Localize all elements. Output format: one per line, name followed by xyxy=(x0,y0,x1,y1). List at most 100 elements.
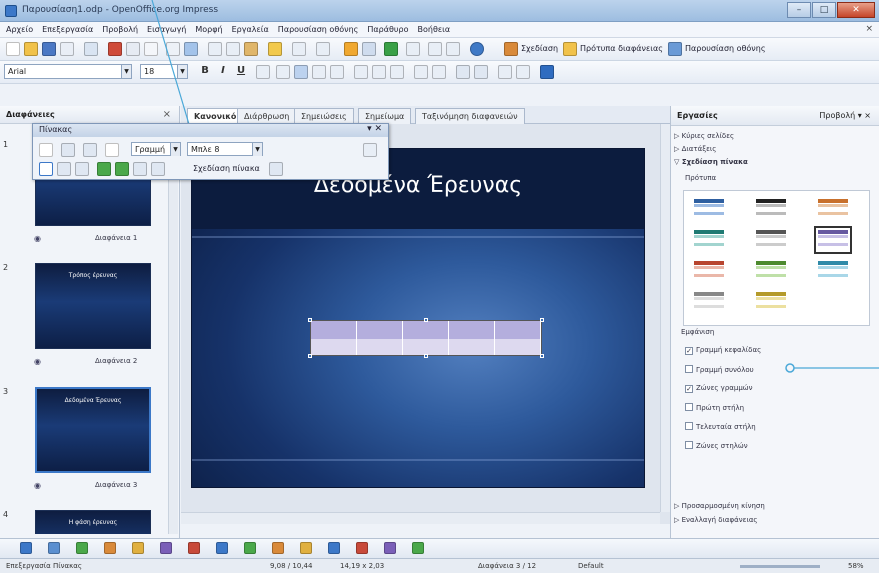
paste-icon[interactable] xyxy=(244,42,258,56)
drawing-tool-icon[interactable] xyxy=(104,542,116,554)
save-icon[interactable] xyxy=(42,42,56,56)
italic-button[interactable]: I xyxy=(216,65,230,76)
drawing-tool-icon[interactable] xyxy=(48,542,60,554)
edit-file-icon[interactable] xyxy=(84,42,98,56)
table-style-preset[interactable] xyxy=(756,261,786,282)
help-icon[interactable] xyxy=(470,42,484,56)
slide-table[interactable] xyxy=(308,318,544,358)
tab-normal[interactable]: Κανονικό xyxy=(187,108,244,124)
section-layouts[interactable]: ▷ Διατάξεις xyxy=(674,145,716,153)
menu-file[interactable]: Αρχείο xyxy=(6,25,33,34)
table-cell[interactable] xyxy=(449,321,495,339)
table-style-preset[interactable] xyxy=(694,292,724,313)
checkbox-box[interactable]: ✓ xyxy=(685,347,693,355)
table-cell[interactable] xyxy=(311,339,357,355)
character-icon[interactable] xyxy=(498,65,512,79)
chevron-down-icon[interactable]: ▼ xyxy=(252,143,262,156)
menu-tools[interactable]: Εργαλεία xyxy=(232,25,269,34)
table-option-checkbox[interactable]: Γραμμή συνόλου xyxy=(685,365,754,374)
toolbar-options-icon[interactable] xyxy=(363,143,377,157)
resize-handle[interactable] xyxy=(424,354,428,358)
bullets-icon[interactable] xyxy=(354,65,368,79)
font-color-icon[interactable] xyxy=(540,65,554,79)
menu-format[interactable]: Μορφή xyxy=(195,25,222,34)
table-cell[interactable] xyxy=(357,339,403,355)
redo-icon[interactable] xyxy=(316,42,330,56)
table-style-preset[interactable] xyxy=(756,292,786,313)
current-slide[interactable]: Δεδομένα Έρευνας xyxy=(191,148,645,488)
table-cell[interactable] xyxy=(311,321,357,339)
design-button[interactable]: Σχεδίαση xyxy=(521,44,558,53)
table-properties-icon[interactable] xyxy=(269,162,283,176)
slide-thumbnail[interactable]: Η φάση έρευνας xyxy=(35,510,151,534)
drawing-tool-icon[interactable] xyxy=(272,542,284,554)
slide-pane-scrollbar[interactable] xyxy=(168,126,178,534)
checkbox-box[interactable]: ✓ xyxy=(685,385,693,393)
canvas-vertical-scrollbar[interactable] xyxy=(660,124,670,512)
drawing-tool-icon[interactable] xyxy=(160,542,172,554)
table-design-button[interactable]: Σχεδίαση πίνακα xyxy=(193,164,260,173)
resize-handle[interactable] xyxy=(308,354,312,358)
borders-icon[interactable] xyxy=(61,143,75,157)
table-style-preset[interactable] xyxy=(694,230,724,251)
drawing-tool-icon[interactable] xyxy=(244,542,256,554)
section-slide-transition[interactable]: ▷ Εναλλαγή διαφάνειας xyxy=(674,516,758,524)
table-cell[interactable] xyxy=(449,339,495,355)
open-folder-icon[interactable] xyxy=(24,42,38,56)
table-style-preset[interactable] xyxy=(818,199,848,220)
drawing-tool-icon[interactable] xyxy=(188,542,200,554)
slide-templates-icon[interactable] xyxy=(563,42,577,56)
section-custom-animation[interactable]: ▷ Προσαρμοσμένη κίνηση xyxy=(674,502,765,510)
maximize-button[interactable]: □ xyxy=(812,2,836,18)
justify-icon[interactable] xyxy=(330,65,344,79)
table-option-checkbox[interactable]: Ζώνες στηλών xyxy=(685,441,748,450)
tab-handout[interactable]: Σημείωμα xyxy=(358,108,412,124)
slideshow-icon[interactable] xyxy=(668,42,682,56)
gallery-icon[interactable] xyxy=(446,42,460,56)
font-size-combo[interactable]: 18 ▼ xyxy=(140,64,188,79)
paragraph-icon[interactable] xyxy=(516,65,530,79)
shadow-icon[interactable] xyxy=(256,65,270,79)
slideshow-button[interactable]: Παρουσίαση οθόνης xyxy=(685,44,766,53)
menu-help[interactable]: Βοήθεια xyxy=(417,25,450,34)
table-icon[interactable] xyxy=(39,143,53,157)
delete-row-icon[interactable] xyxy=(133,162,147,176)
close-pane-button[interactable]: × xyxy=(163,109,171,120)
menu-view[interactable]: Προβολή xyxy=(102,25,138,34)
checkbox-box[interactable] xyxy=(685,365,693,373)
delete-column-icon[interactable] xyxy=(151,162,165,176)
merge-cells-icon[interactable] xyxy=(39,162,53,176)
design-icon[interactable] xyxy=(504,42,518,56)
table-style-preset[interactable] xyxy=(756,199,786,220)
zoom-slider[interactable] xyxy=(740,565,820,568)
export-pdf-icon[interactable] xyxy=(108,42,122,56)
menu-window[interactable]: Παράθυρο xyxy=(367,25,408,34)
align-center-icon[interactable] xyxy=(294,65,308,79)
menu-insert[interactable]: Εισαγωγή xyxy=(147,25,186,34)
table-toolbar-header[interactable]: Πίνακας ▾ ✕ xyxy=(33,124,388,137)
task-pane-view-menu[interactable]: Προβολή ▾ × xyxy=(819,111,871,120)
font-name-combo[interactable]: Arial ▼ xyxy=(4,64,132,79)
chevron-down-icon[interactable]: ▼ xyxy=(170,143,180,156)
tab-notes[interactable]: Σημειώσεις xyxy=(294,108,354,124)
drawing-tool-icon[interactable] xyxy=(20,542,32,554)
checkbox-box[interactable] xyxy=(685,441,693,449)
resize-handle[interactable] xyxy=(308,318,312,322)
fill-color-combo[interactable]: Μπλε 8 ▼ xyxy=(187,142,263,156)
cut-icon[interactable] xyxy=(208,42,222,56)
hyperlink-icon[interactable] xyxy=(384,42,398,56)
align-left-icon[interactable] xyxy=(276,65,290,79)
table-option-checkbox[interactable]: Τελευταία στήλη xyxy=(685,422,756,431)
insert-row-icon[interactable] xyxy=(97,162,111,176)
table-style-preset[interactable] xyxy=(818,261,848,282)
slide-thumbnail-item[interactable]: 4 Η φάση έρευνας xyxy=(0,510,170,534)
drawing-tool-icon[interactable] xyxy=(300,542,312,554)
table-header-row[interactable] xyxy=(311,321,541,339)
print-preview-icon[interactable] xyxy=(144,42,158,56)
demote-icon[interactable] xyxy=(390,65,404,79)
area-style-icon[interactable] xyxy=(105,143,119,157)
undo-icon[interactable] xyxy=(292,42,306,56)
table-cell[interactable] xyxy=(495,321,541,339)
resize-handle[interactable] xyxy=(424,318,428,322)
chart-icon[interactable] xyxy=(344,42,358,56)
